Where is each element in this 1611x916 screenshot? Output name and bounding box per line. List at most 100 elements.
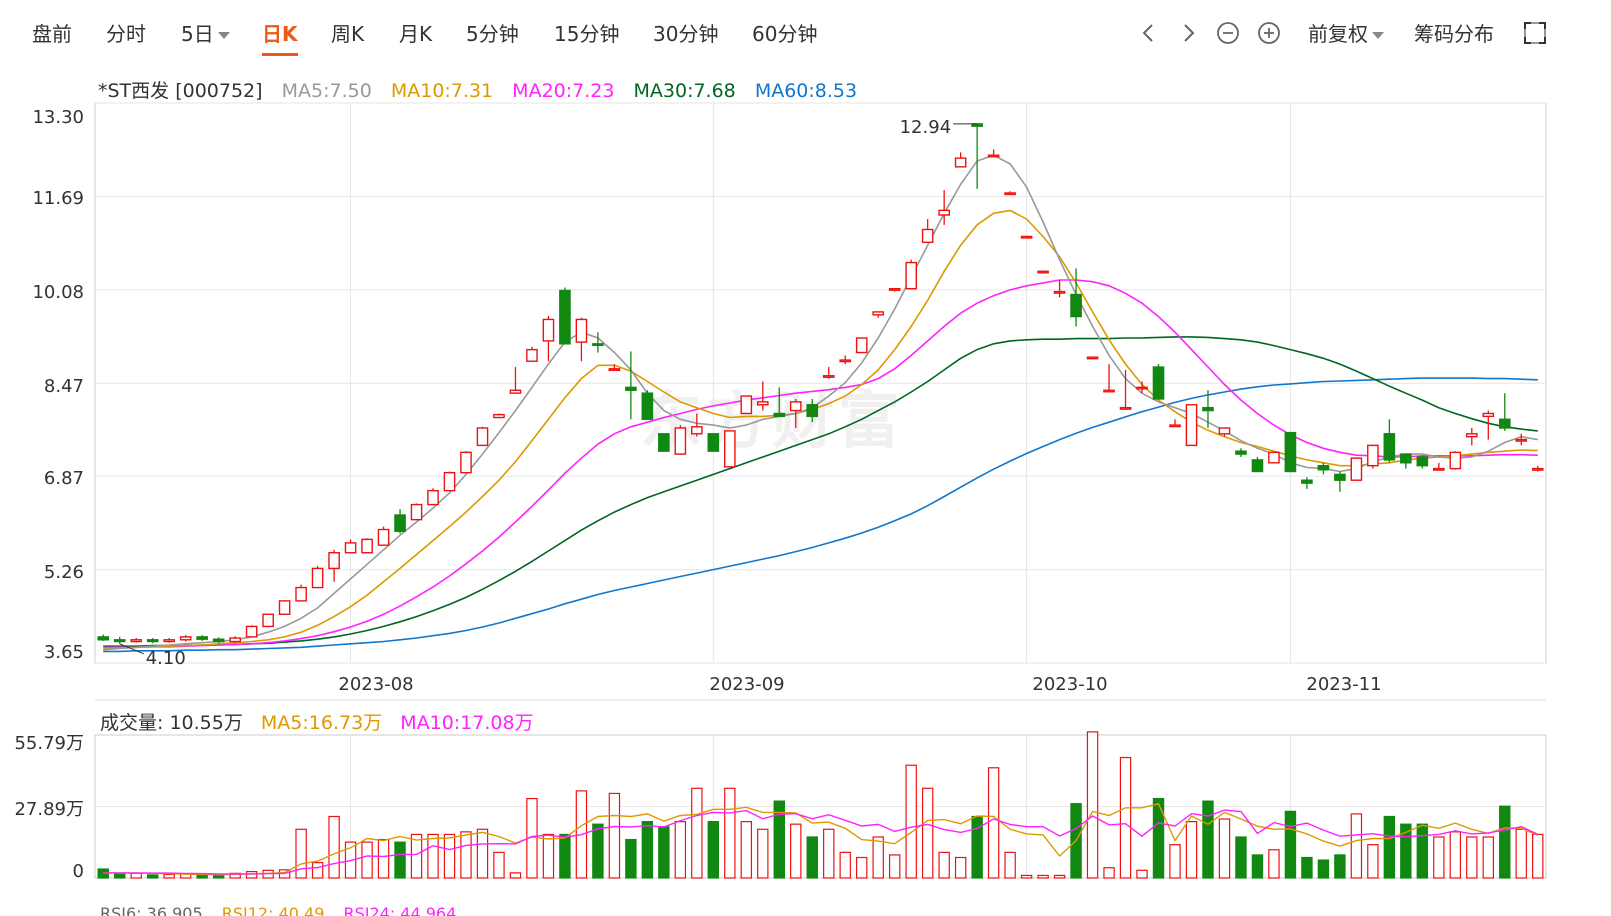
candle-up [361, 538, 373, 554]
volume-bar [1004, 851, 1016, 879]
volume-bar [476, 828, 489, 879]
volume-bar [1235, 836, 1247, 879]
candle-up [1185, 404, 1198, 447]
volume-bar [1202, 800, 1214, 879]
candle-down [196, 636, 208, 640]
candle-up [493, 413, 505, 419]
candle-up [1350, 457, 1363, 481]
candle-up [328, 552, 340, 570]
candle-up [427, 489, 439, 506]
candle-down [1152, 366, 1165, 400]
candle-down [641, 392, 654, 420]
volume-bar [377, 838, 390, 879]
volume-bar [806, 836, 818, 879]
candle-up [377, 528, 390, 546]
candle-up [1482, 412, 1495, 418]
candle-down [1235, 450, 1247, 455]
candle-up [822, 375, 835, 378]
volume-bar [509, 872, 522, 879]
candle-up [311, 567, 324, 589]
candle-up [443, 471, 456, 492]
candle-down [1334, 473, 1346, 481]
candle-up [872, 311, 885, 316]
volume-bar [1416, 823, 1429, 879]
candle-up [905, 261, 917, 290]
candle-up [476, 427, 489, 447]
volume-bar [212, 874, 225, 879]
candle-up [1136, 386, 1148, 390]
volume-bar [1185, 821, 1198, 879]
volume-bar [196, 874, 208, 879]
candle-up [987, 154, 1000, 158]
candle-up [756, 401, 769, 406]
candle-up [1037, 270, 1049, 274]
candle-up [245, 625, 258, 638]
candle-up [724, 430, 736, 468]
volume-bar [1449, 831, 1462, 879]
volume-bar [658, 826, 670, 879]
candle-down [1317, 464, 1330, 471]
volume-bar [888, 854, 901, 879]
volume-bar [146, 874, 159, 879]
candle-up [1449, 451, 1462, 470]
candle-down [1284, 431, 1297, 473]
volume-bar [493, 851, 505, 879]
candle-up [344, 542, 357, 554]
volume-bar [1218, 818, 1231, 879]
volume-bar [674, 821, 687, 879]
candle-up [410, 503, 423, 521]
volume-bar [1532, 833, 1544, 879]
volume-bar [954, 856, 967, 879]
kline-chart[interactable]: 12.94 4.10 [0, 0, 1611, 916]
volume-bar [1251, 854, 1264, 879]
candle-up [262, 613, 274, 628]
candle-down [806, 404, 819, 418]
volume-bar [1169, 844, 1181, 879]
candle-up [608, 368, 621, 371]
volume-bar [427, 833, 439, 879]
volume-bar [245, 870, 258, 879]
volume-bar [163, 873, 175, 879]
volume-bar [542, 833, 555, 879]
volume-bar [1301, 856, 1313, 879]
volume-bar [641, 821, 654, 879]
candle-up [526, 348, 538, 362]
candle-up [1531, 467, 1544, 471]
volume-bar [1053, 874, 1066, 879]
candle-up [839, 359, 852, 363]
candle-up [954, 157, 967, 168]
volume-bar [1367, 844, 1379, 879]
volume-bar [987, 767, 1000, 879]
volume-bar [1119, 756, 1132, 879]
volume-bar [1037, 874, 1049, 879]
candle-down [592, 343, 604, 347]
ma20-line [103, 279, 1538, 649]
volume-bar [1086, 731, 1099, 879]
candle-down [1498, 418, 1511, 429]
candle-up [1268, 451, 1280, 464]
candle-up [460, 451, 472, 474]
candle-up [1004, 192, 1016, 196]
candle-down [113, 639, 126, 643]
volume-bar [410, 833, 423, 879]
volume-bar [394, 841, 406, 879]
volume-bar [823, 828, 835, 879]
candle-down [625, 386, 637, 391]
volume-bar [921, 787, 934, 879]
candle-down [707, 433, 720, 452]
candle-up [295, 586, 307, 602]
volume-bar [460, 831, 472, 879]
volume-bar [295, 828, 307, 879]
volume-bar [1136, 869, 1148, 879]
volume-bar [361, 841, 373, 879]
volume-bar [1466, 836, 1478, 879]
candle-up [1119, 406, 1132, 410]
candle-up [1020, 235, 1033, 239]
candle-up [1103, 389, 1115, 393]
candle-up [789, 401, 802, 412]
volume-bar [1103, 867, 1115, 879]
candle-down [773, 412, 786, 418]
candle-down [212, 638, 225, 643]
volume-bar [625, 838, 637, 879]
low-label: 4.10 [146, 648, 186, 669]
